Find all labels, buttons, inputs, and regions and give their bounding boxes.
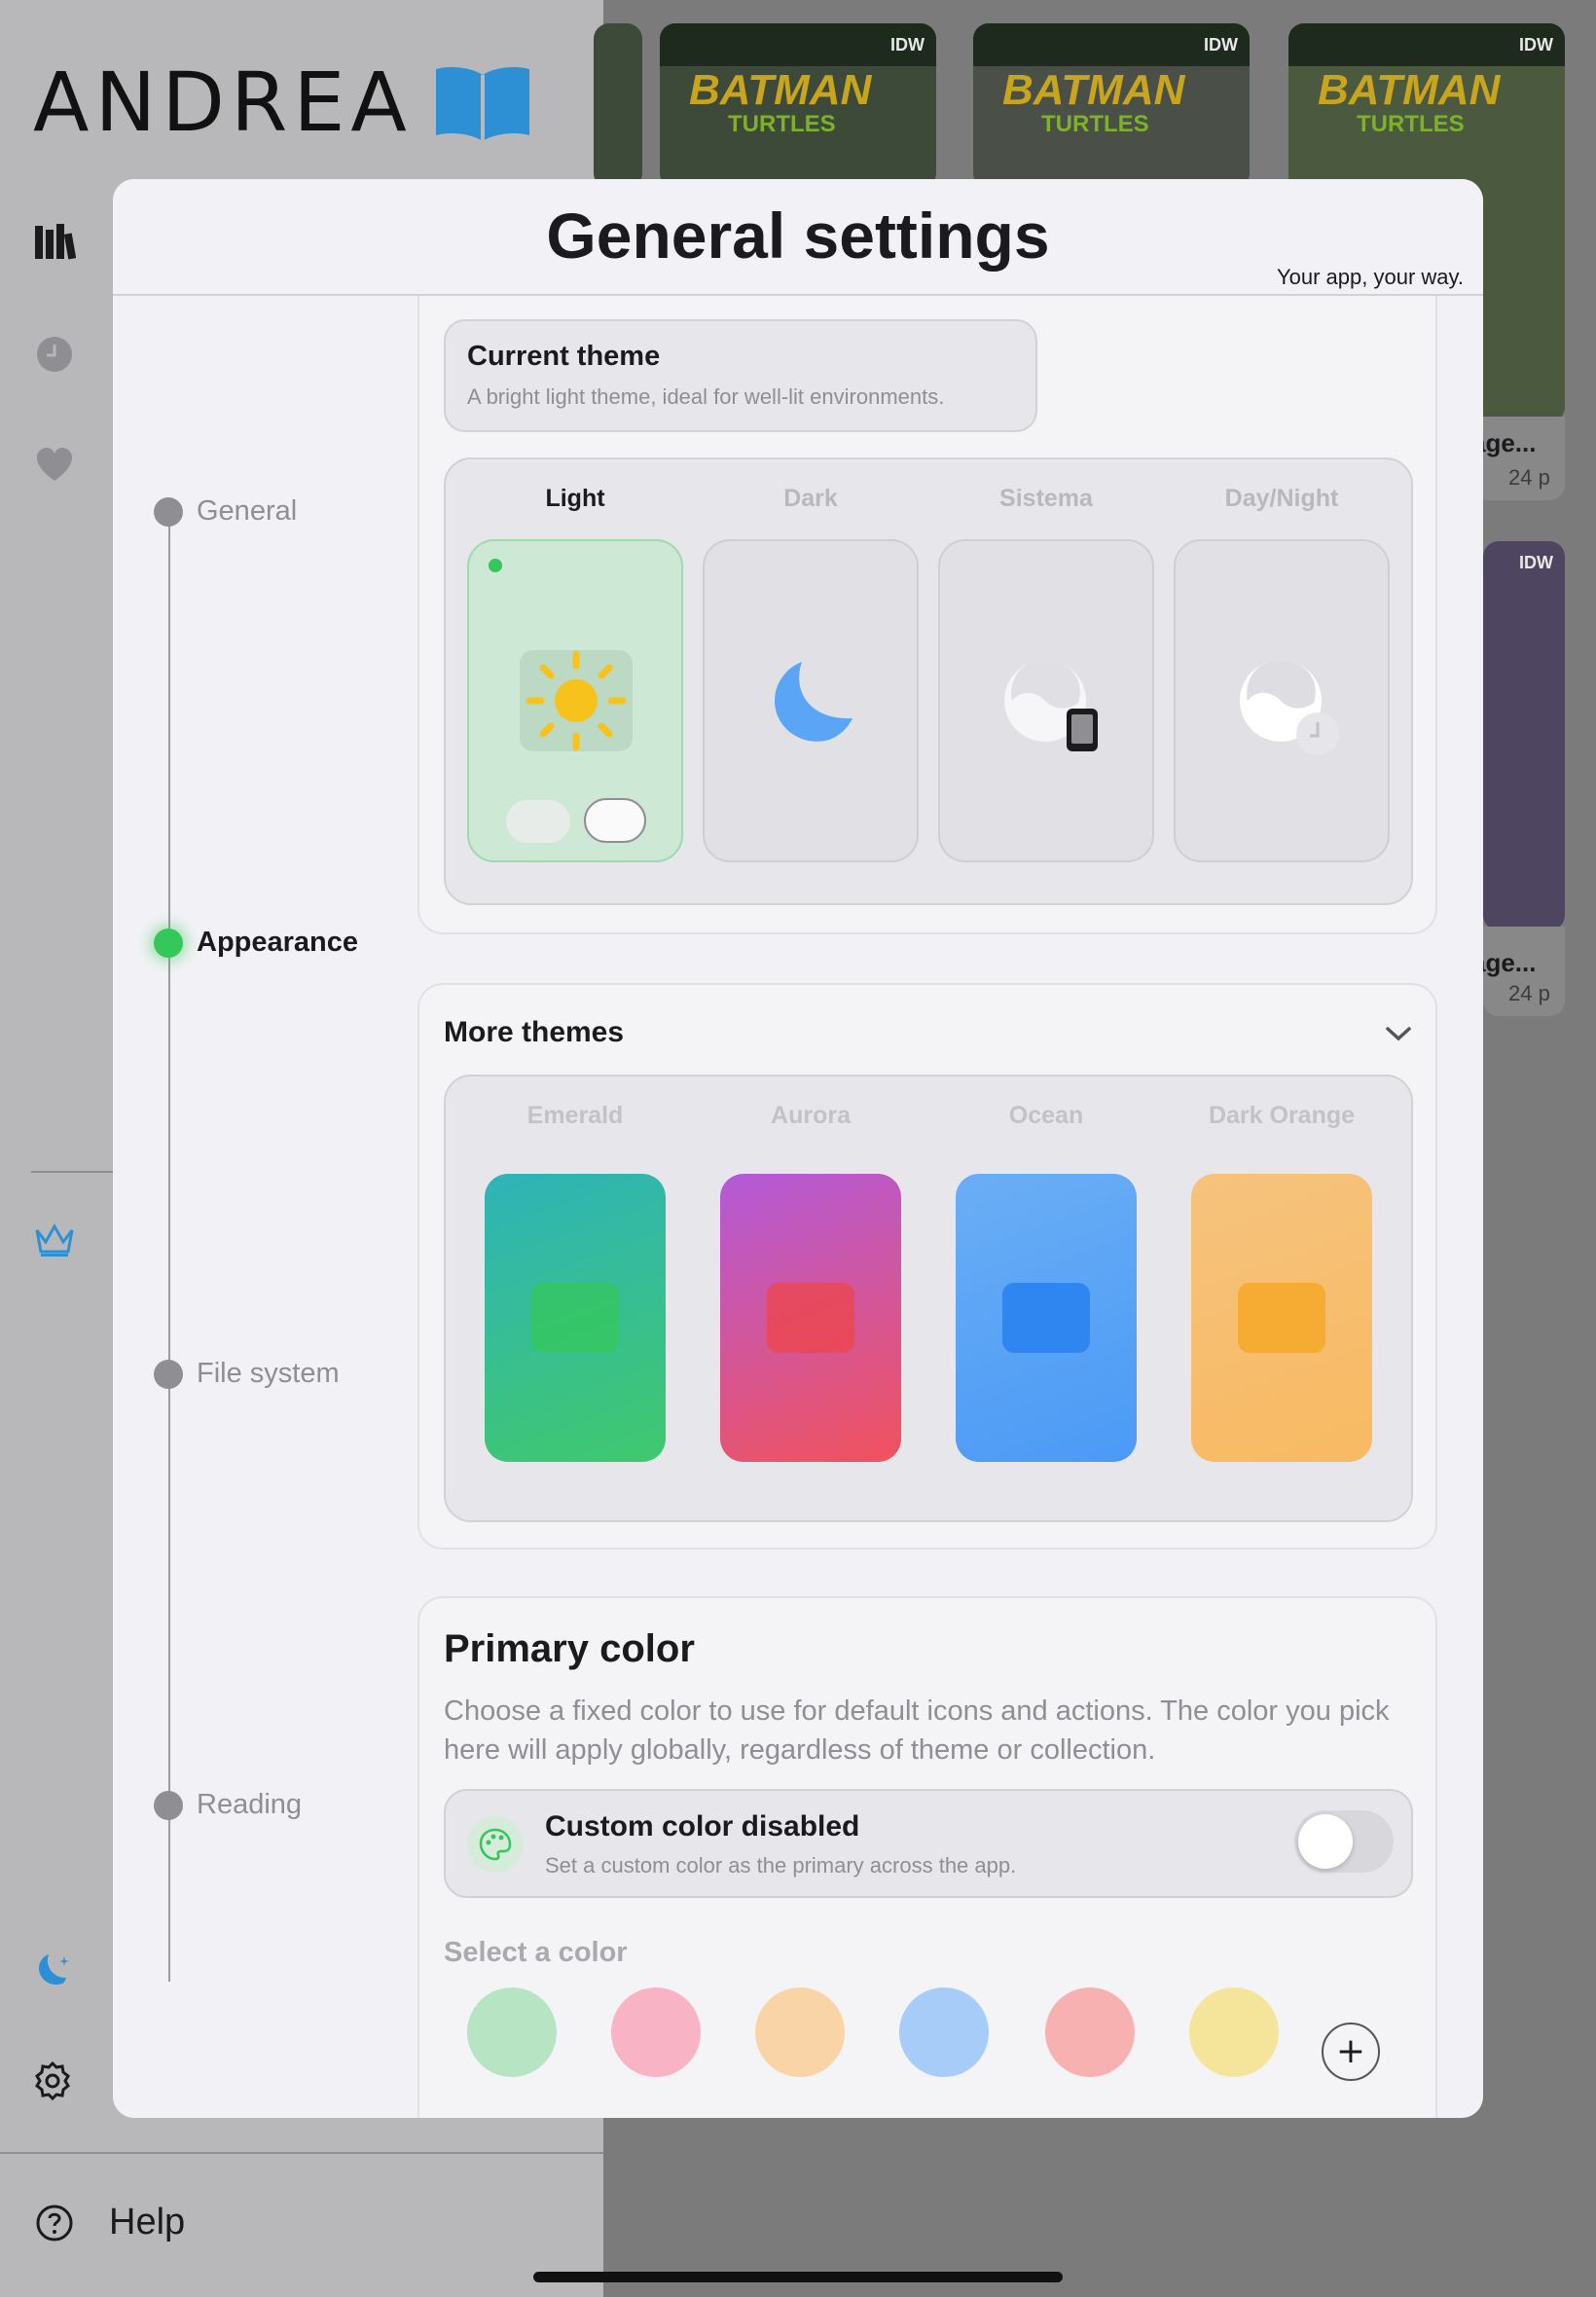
cover-subtitle: TURTLES xyxy=(1041,111,1149,137)
timeline-dot xyxy=(154,496,183,527)
palette-name: Aurora xyxy=(771,1102,851,1129)
timeline-line xyxy=(168,512,170,1982)
crown-icon[interactable] xyxy=(33,1219,76,1261)
comic-meta-pages: 24 p xyxy=(1508,465,1550,490)
timeline-label: General xyxy=(197,495,298,527)
palette-selector: Emerald Aurora Ocean Dark Orange xyxy=(444,1075,1413,1522)
timeline-dot xyxy=(154,1790,183,1820)
cover-brand: IDW xyxy=(1204,35,1238,55)
book-logo-icon xyxy=(435,67,529,141)
current-theme-card: Current theme A bright light theme, idea… xyxy=(444,319,1037,432)
logo-text: ANDREA xyxy=(33,55,413,150)
more-themes-title: More themes xyxy=(444,1016,625,1048)
theme-card-system[interactable] xyxy=(938,539,1154,862)
comic-cover[interactable]: IDW BATMAN TURTLES xyxy=(973,23,1250,189)
custom-color-subtitle: Set a custom color as the primary across… xyxy=(545,1853,1017,1878)
current-theme-description: A bright light theme, ideal for well-lit… xyxy=(467,384,945,409)
timeline-item-appearance[interactable]: Appearance xyxy=(154,927,358,959)
chevron-down-icon[interactable] xyxy=(1384,1024,1413,1043)
preview-pill-selected xyxy=(584,798,646,843)
settings-gear-icon[interactable] xyxy=(33,2060,76,2102)
general-settings-modal: General settings Your app, your way. Gen… xyxy=(113,179,1483,2118)
home-indicator xyxy=(533,2272,1063,2282)
day-night-icon xyxy=(1240,660,1339,755)
timeline-label: Reading xyxy=(197,1789,303,1820)
cover-title: BATMAN xyxy=(1002,66,1185,114)
color-swatch-blue[interactable] xyxy=(899,1987,989,2077)
color-swatch-green[interactable] xyxy=(467,1987,557,2077)
custom-color-row: Custom color disabled Set a custom color… xyxy=(444,1789,1413,1898)
palette-accent xyxy=(1238,1283,1325,1353)
custom-color-toggle[interactable] xyxy=(1294,1810,1394,1873)
cover-brand: IDW xyxy=(1519,553,1553,572)
theme-selector: Light Dark Sistema Day/Night xyxy=(444,457,1413,905)
palette-accent xyxy=(531,1283,619,1353)
toggle-knob xyxy=(1298,1814,1353,1869)
palette-name: Emerald xyxy=(526,1102,624,1129)
palette-card-emerald[interactable] xyxy=(485,1174,666,1462)
timeline-item-reading[interactable]: Reading xyxy=(154,1789,302,1821)
cover-title: BATMAN xyxy=(689,66,872,114)
palette-card-ocean[interactable] xyxy=(956,1174,1137,1462)
current-theme-title: Current theme xyxy=(467,341,661,372)
selected-indicator xyxy=(489,559,502,572)
cover-subtitle: TURTLES xyxy=(728,111,836,137)
help-icon xyxy=(36,2205,73,2241)
history-clock-icon[interactable] xyxy=(33,333,76,376)
timeline-dot xyxy=(154,1359,183,1389)
theme-card-day-night[interactable] xyxy=(1174,539,1390,862)
help-link[interactable]: Help xyxy=(35,2202,185,2243)
moon-icon xyxy=(775,662,852,742)
system-theme-icon xyxy=(1004,660,1098,751)
theme-name: Day/Night xyxy=(1224,485,1339,512)
palette-name: Ocean xyxy=(1008,1102,1084,1129)
custom-color-title: Custom color disabled xyxy=(545,1810,860,1842)
timeline-dot-active xyxy=(154,928,183,958)
color-swatch-pink[interactable] xyxy=(611,1987,701,2077)
cover-subtitle: TURTLES xyxy=(1357,111,1465,137)
modal-header: General settings Your app, your way. xyxy=(113,179,1483,296)
timeline-label: File system xyxy=(197,1358,340,1389)
theme-name: Dark xyxy=(783,485,838,512)
modal-subtitle: Your app, your way. xyxy=(1276,265,1464,289)
modal-title: General settings xyxy=(546,200,1050,272)
theme-name: Light xyxy=(545,485,605,512)
palette-card-dark-orange[interactable] xyxy=(1191,1174,1372,1462)
palette-accent xyxy=(1002,1283,1090,1353)
primary-color-title: Primary color xyxy=(444,1627,695,1670)
theme-card-light[interactable] xyxy=(467,539,683,862)
primary-color-description: Choose a fixed color to use for default … xyxy=(444,1695,1390,1766)
palette-icon xyxy=(467,1816,524,1873)
favorites-heart-icon[interactable] xyxy=(33,444,76,487)
timeline-item-general[interactable]: General xyxy=(154,495,297,528)
theme-name: Sistema xyxy=(999,485,1093,512)
comic-cover-partial[interactable] xyxy=(594,23,642,189)
comic-cover[interactable]: IDW BATMAN TURTLES xyxy=(660,23,936,189)
library-icon[interactable] xyxy=(33,220,76,263)
help-label: Help xyxy=(109,2202,186,2242)
add-color-button[interactable]: + xyxy=(1322,2023,1380,2081)
select-color-label: Select a color xyxy=(444,1937,628,1968)
sidebar-bottom-divider xyxy=(0,2152,603,2154)
app-logo: ANDREA xyxy=(33,55,533,150)
sun-icon xyxy=(520,650,633,751)
cover-brand: IDW xyxy=(1519,35,1553,55)
timeline-label: Appearance xyxy=(197,927,359,958)
color-swatch-red[interactable] xyxy=(1045,1987,1135,2077)
theme-card-dark[interactable] xyxy=(703,539,919,862)
cover-brand: IDW xyxy=(890,35,925,55)
color-swatch-yellow[interactable] xyxy=(1189,1987,1279,2077)
cover-title: BATMAN xyxy=(1318,66,1501,114)
preview-pill xyxy=(506,800,570,843)
palette-accent xyxy=(767,1283,854,1353)
color-swatch-peach[interactable] xyxy=(755,1987,845,2077)
palette-card-aurora[interactable] xyxy=(720,1174,901,1462)
comic-cover-partial[interactable]: IDW xyxy=(1483,541,1565,930)
timeline-item-file-system[interactable]: File system xyxy=(154,1358,340,1390)
comic-meta-pages: 24 p xyxy=(1508,981,1550,1005)
night-mode-icon[interactable] xyxy=(33,1951,76,1993)
palette-name: Dark Orange xyxy=(1208,1102,1356,1129)
